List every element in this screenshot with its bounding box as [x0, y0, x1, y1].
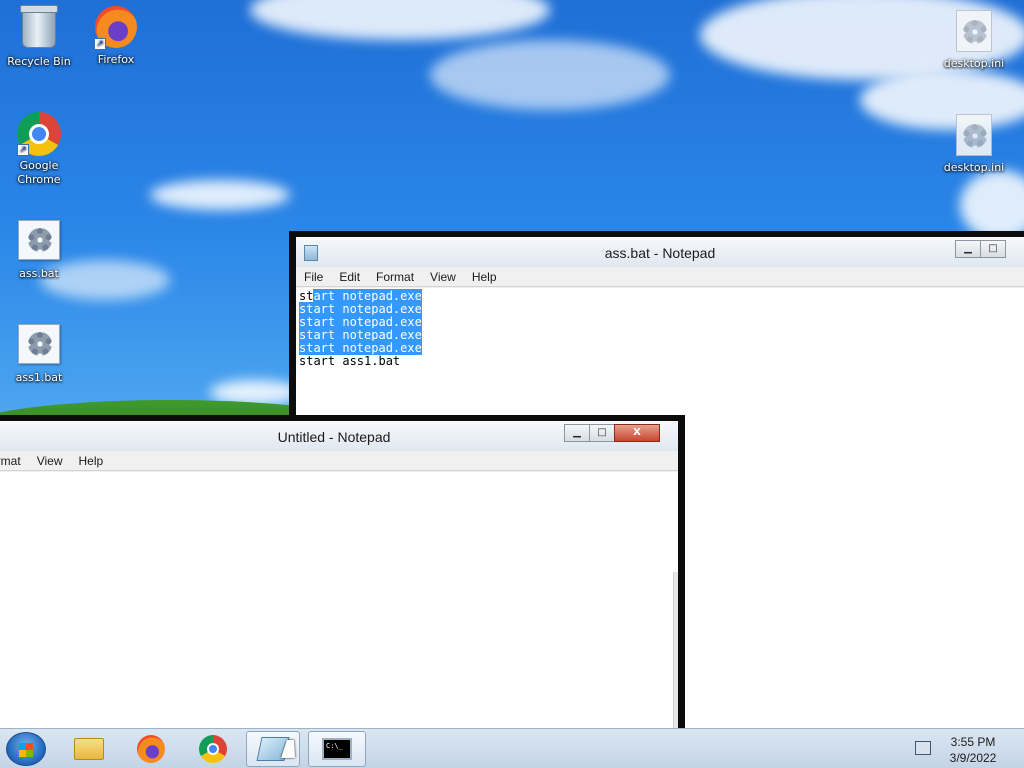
menu-bar: ormat View Help [0, 451, 678, 471]
taskbar: C:\_ 3:55 PM 3/9/2022 [0, 728, 1024, 768]
firefox-icon: ↗ [94, 6, 138, 50]
text-editor[interactable] [0, 472, 678, 728]
chrome-icon: ↗ [17, 112, 61, 156]
clock-date: 3/9/2022 [949, 751, 997, 765]
editor-content [0, 472, 678, 476]
desktop-icon-label: ass1.bat [15, 371, 63, 384]
shortcut-arrow-icon: ↗ [94, 38, 106, 50]
command-prompt-icon: C:\_ [322, 738, 352, 760]
shortcut-arrow-icon: ↗ [17, 144, 29, 156]
clock-time: 3:55 PM [950, 735, 996, 749]
menu-format[interactable]: ormat [0, 451, 29, 470]
desktop-icon-firefox[interactable]: ↗ Firefox [78, 6, 154, 67]
system-clock[interactable]: 3:55 PM 3/9/2022 [940, 734, 1006, 766]
menu-help[interactable]: Help [70, 451, 111, 470]
close-button[interactable]: X [614, 424, 660, 442]
menu-view[interactable]: View [29, 451, 71, 470]
start-button[interactable] [6, 732, 46, 766]
selected-text: art notepad.exe [313, 289, 422, 303]
selected-text: start notepad.exe [299, 315, 422, 329]
menu-format[interactable]: Format [368, 267, 422, 286]
desktop-icon-label: desktop.ini [943, 161, 1005, 174]
cloud [960, 170, 1024, 240]
cloud [250, 0, 550, 40]
recycle-bin-icon [17, 5, 61, 52]
menu-edit[interactable]: Edit [331, 267, 368, 286]
title-bar[interactable]: ass.bat - Notepad ▁ □ [296, 237, 1024, 267]
maximize-button[interactable]: □ [589, 424, 615, 442]
cloud [150, 180, 290, 210]
taskbar-windows-explorer[interactable] [62, 731, 116, 767]
menu-file[interactable]: File [296, 267, 331, 286]
menu-bar: File Edit Format View Help [296, 267, 1024, 287]
editor-content: start notepad.exe start notepad.exe start … [296, 288, 1024, 370]
desktop-icon-label: ass.bat [19, 267, 59, 280]
windows-explorer-icon [74, 738, 104, 760]
notepad-window-untitled[interactable]: Untitled - Notepad ▁ □ X ormat View Help [0, 415, 685, 728]
maximize-button[interactable]: □ [980, 240, 1006, 258]
network-icon[interactable] [915, 741, 931, 755]
selected-text: start notepad.exe [299, 341, 422, 355]
desktop-icon-desktop-ini[interactable]: desktop.ini [936, 10, 1012, 71]
title-bar[interactable]: Untitled - Notepad ▁ □ X [0, 421, 678, 451]
menu-view[interactable]: View [422, 267, 464, 286]
firefox-icon [137, 735, 165, 763]
settings-file-icon [952, 114, 996, 158]
selected-text: start notepad.exe [299, 328, 422, 342]
desktop-icon-label: Recycle Bin [7, 55, 71, 68]
taskbar-command-prompt[interactable]: C:\_ [308, 731, 366, 767]
desktop-icon-label: Firefox [97, 53, 135, 66]
minimize-button[interactable]: ▁ [955, 240, 981, 258]
vertical-scrollbar[interactable] [673, 572, 678, 728]
desktop-icon-desktop-ini-2[interactable]: desktop.ini [936, 114, 1012, 175]
settings-file-icon [952, 10, 996, 54]
desktop-icon-google-chrome[interactable]: ↗ Google Chrome [1, 112, 77, 187]
desktop-icon-label: Google Chrome [17, 159, 61, 186]
code-line: start notepad.exe [299, 341, 1021, 355]
cloud [430, 40, 670, 110]
taskbar-firefox[interactable] [124, 731, 178, 767]
desktop-icon-ass1-bat[interactable]: ass1.bat [1, 324, 77, 385]
taskbar-chrome[interactable] [186, 731, 240, 767]
desktop-icon-label: desktop.ini [943, 57, 1005, 70]
selected-text: start notepad.exe [299, 302, 422, 316]
batch-file-icon [17, 324, 61, 368]
window-title: ass.bat - Notepad [604, 245, 716, 261]
desktop-icon-ass-bat[interactable]: ass.bat [1, 220, 77, 281]
code-line: start ass1.bat [299, 354, 401, 368]
desktop-icon-recycle-bin[interactable]: Recycle Bin [1, 5, 77, 69]
chrome-icon [199, 735, 227, 763]
batch-file-icon [17, 220, 61, 264]
minimize-button[interactable]: ▁ [564, 424, 590, 442]
menu-help[interactable]: Help [464, 267, 505, 286]
